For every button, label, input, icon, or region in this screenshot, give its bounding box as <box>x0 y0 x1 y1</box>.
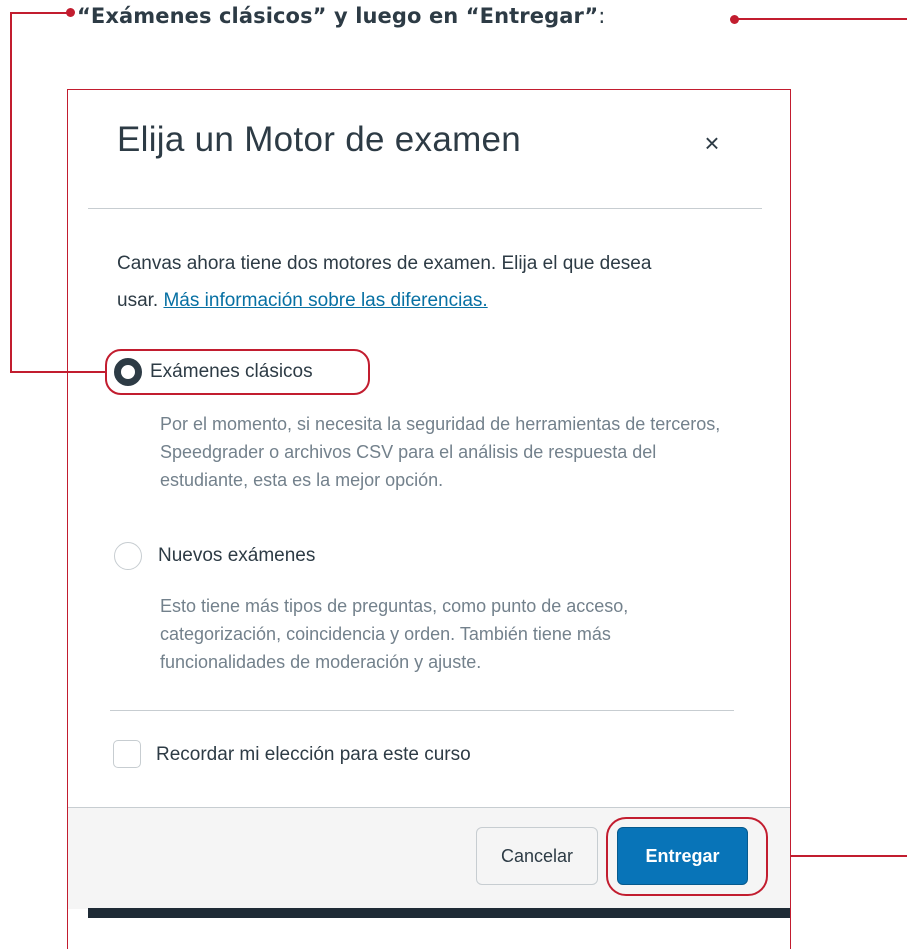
option-classic-label[interactable]: Exámenes clásicos <box>150 361 313 383</box>
options-divider <box>110 710 734 711</box>
callout-dot-left <box>66 8 75 17</box>
radio-selected-icon[interactable] <box>114 358 142 386</box>
radio-unselected-icon[interactable] <box>114 542 142 570</box>
callout-line-top-right <box>737 18 907 20</box>
dialog-title: Elija un Motor de examen <box>117 120 522 159</box>
instruction-caption: “Exámenes clásicos” y luego en “Entregar… <box>77 4 605 28</box>
learn-more-link[interactable]: Más información sobre las diferencias. <box>163 290 487 311</box>
close-icon[interactable]: × <box>697 128 727 158</box>
callout-line-left-vertical <box>10 12 12 373</box>
remember-choice-label[interactable]: Recordar mi elección para este curso <box>156 744 471 766</box>
instruction-caption-colon: : <box>598 4 606 28</box>
intro-text: Canvas ahora tiene dos motores de examen… <box>117 245 677 319</box>
instruction-caption-text: “Exámenes clásicos” y luego en “Entregar… <box>77 4 599 28</box>
option-new-description: Esto tiene más tipos de preguntas, como … <box>160 596 629 672</box>
callout-line-top-left <box>10 12 70 14</box>
checkbox-icon[interactable] <box>113 740 141 768</box>
option-new-label[interactable]: Nuevos exámenes <box>158 545 315 567</box>
footer-bottom-bar <box>88 908 790 918</box>
submit-button[interactable]: Entregar <box>617 827 748 885</box>
cancel-button[interactable]: Cancelar <box>476 827 598 885</box>
header-divider <box>88 208 762 209</box>
option-classic-description: Por el momento, si necesita la seguridad… <box>160 414 721 490</box>
